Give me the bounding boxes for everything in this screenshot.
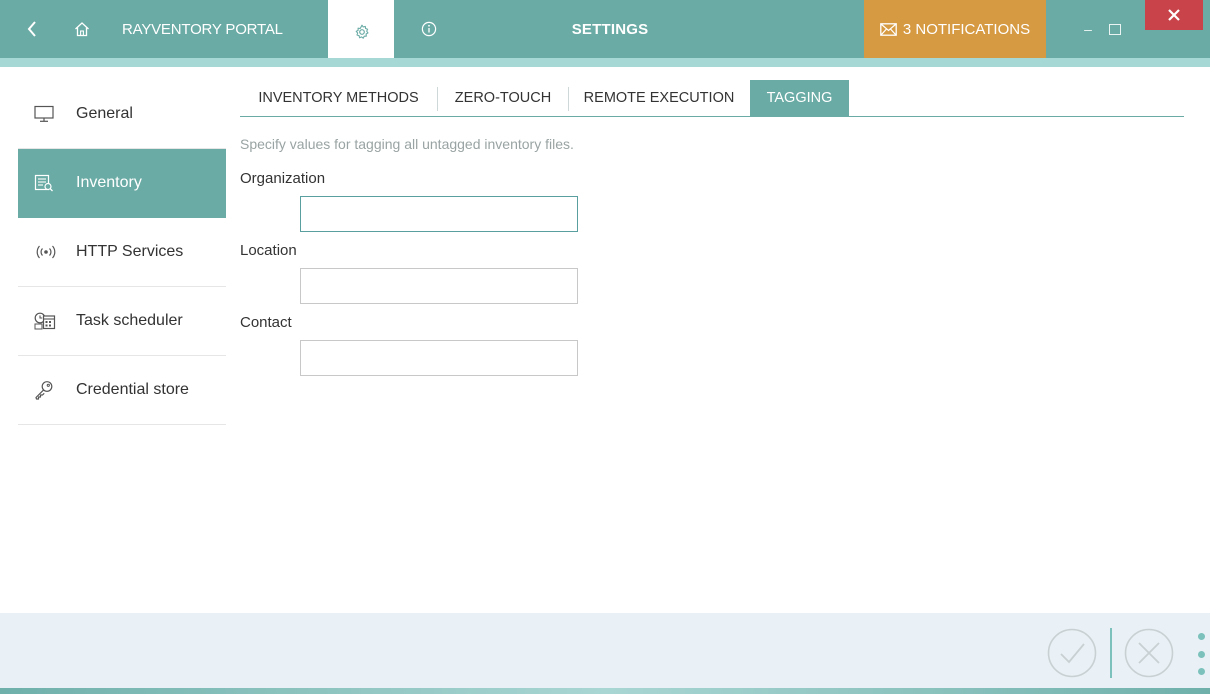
sidebar-item-label: HTTP Services <box>76 243 184 260</box>
minimize-icon: – <box>1084 21 1092 37</box>
monitor-icon <box>34 105 70 123</box>
envelope-icon <box>880 22 897 36</box>
portal-link[interactable]: RAYVENTORY PORTAL <box>122 0 283 58</box>
settings-tab[interactable] <box>328 0 396 64</box>
tab-inventory-methods[interactable]: INVENTORY METHODS <box>240 80 438 116</box>
footer-separator <box>1110 628 1112 678</box>
tagging-description: Specify values for tagging all untagged … <box>240 136 574 152</box>
more-options-button[interactable] <box>1194 633 1208 675</box>
more-dot-icon <box>1197 633 1205 640</box>
more-dot-icon <box>1197 650 1205 658</box>
page-title: SETTINGS <box>571 20 649 38</box>
location-label: Location <box>240 242 297 259</box>
tab-zero-touch[interactable]: ZERO-TOUCH <box>438 80 569 116</box>
tab-tagging[interactable]: TAGGING <box>750 80 849 116</box>
footer-accent-line <box>0 688 1210 694</box>
notifications-button[interactable]: 3 NOTIFICATIONS <box>864 0 1046 58</box>
organization-label: Organization <box>240 170 326 187</box>
location-input[interactable] <box>300 268 578 304</box>
chevron-left-icon <box>27 21 36 37</box>
gear-icon <box>355 24 369 39</box>
notifications-label: 3 NOTIFICATIONS <box>902 20 1031 38</box>
organization-input[interactable] <box>300 196 578 232</box>
broadcast-icon <box>34 244 70 260</box>
tab-remote-execution[interactable]: REMOTE EXECUTION <box>569 80 749 116</box>
check-icon <box>1047 628 1097 678</box>
close-button[interactable] <box>1145 0 1203 30</box>
sidebar-item-inventory[interactable]: Inventory <box>18 149 226 218</box>
settings-sidebar: General Inventory HTTP Services Task sch… <box>18 80 226 425</box>
title-bar: RAYVENTORY PORTAL SETTINGS 3 NOTIFICATIO… <box>0 0 1210 67</box>
contact-input[interactable] <box>300 340 578 376</box>
maximize-button[interactable] <box>1103 0 1127 58</box>
settings-tab-divider <box>394 0 396 64</box>
settings-tabs: INVENTORY METHODS ZERO-TOUCH REMOTE EXEC… <box>240 80 1184 117</box>
calendar-clock-icon <box>34 312 70 330</box>
back-button[interactable] <box>18 0 46 58</box>
sidebar-item-label: Credential store <box>76 381 189 398</box>
more-dot-icon <box>1197 668 1205 675</box>
title-bar-accent-strip <box>0 58 1210 67</box>
info-icon <box>421 21 437 37</box>
sidebar-item-task-scheduler[interactable]: Task scheduler <box>18 287 226 356</box>
cancel-button[interactable] <box>1124 628 1174 678</box>
home-button[interactable] <box>66 0 98 58</box>
inventory-icon <box>34 174 70 192</box>
info-button[interactable] <box>414 0 444 58</box>
minimize-button[interactable]: – <box>1076 0 1100 58</box>
footer-bar <box>0 613 1210 694</box>
apply-button[interactable] <box>1047 628 1097 678</box>
sidebar-item-credential-store[interactable]: Credential store <box>18 356 226 425</box>
sidebar-item-general[interactable]: General <box>18 80 226 149</box>
sidebar-item-label: Inventory <box>76 174 142 191</box>
sidebar-item-label: Task scheduler <box>76 312 183 329</box>
contact-label: Contact <box>240 314 292 331</box>
maximize-icon <box>1109 23 1121 35</box>
close-icon <box>1168 9 1180 21</box>
home-icon <box>75 22 89 37</box>
close-circle-icon <box>1124 628 1174 678</box>
sidebar-item-http-services[interactable]: HTTP Services <box>18 218 226 287</box>
sidebar-item-label: General <box>76 105 133 122</box>
key-icon <box>34 380 70 400</box>
